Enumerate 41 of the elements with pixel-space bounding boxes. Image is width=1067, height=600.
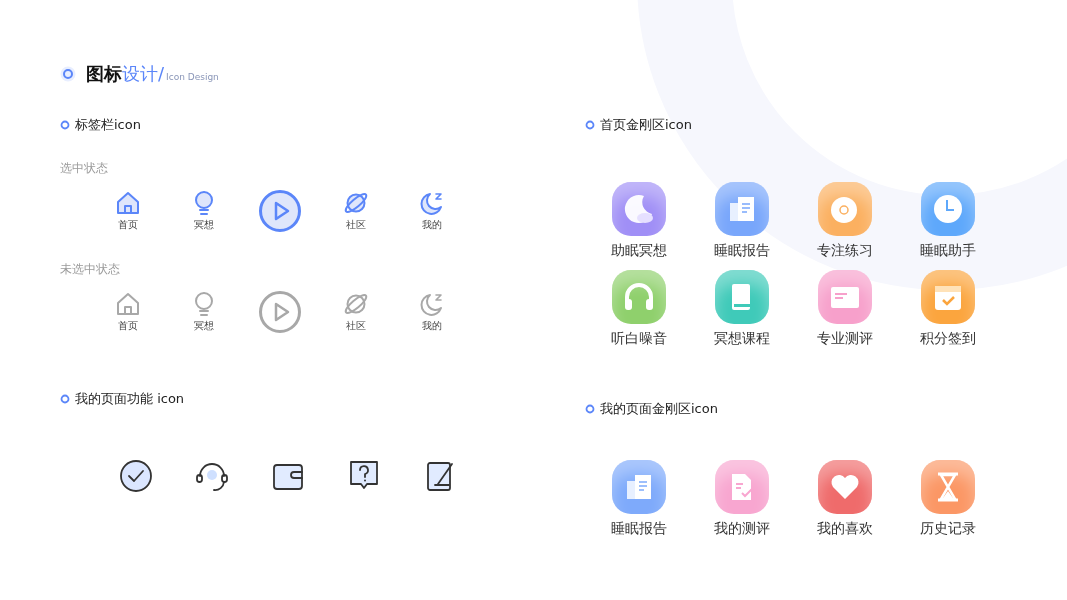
title-ring-icon <box>60 66 76 82</box>
app-tile[interactable]: 专业测评 <box>793 270 896 348</box>
app-tile[interactable]: 冥想课程 <box>690 270 793 348</box>
moon-icon <box>419 190 445 216</box>
section-heading: 标签栏icon <box>75 116 141 134</box>
tab-item[interactable]: 我的 <box>394 187 470 235</box>
planet-icon <box>343 291 369 317</box>
app-tile[interactable]: 积分签到 <box>896 270 999 348</box>
state-label: 未选中状态 <box>60 261 121 278</box>
app-tile[interactable]: 睡眠助手 <box>896 182 999 260</box>
app-tile[interactable]: 历史记录 <box>896 460 999 538</box>
tab-item[interactable]: 首页 <box>90 187 166 235</box>
check-circle-icon[interactable] <box>118 458 154 494</box>
section-heading: 首页金刚区icon <box>600 116 692 134</box>
app-tile[interactable]: 我的测评 <box>690 460 793 538</box>
tab-item[interactable]: 我的 <box>394 288 470 336</box>
tab-item[interactable]: 冥想 <box>166 288 242 336</box>
app-tile[interactable]: 睡眠报告 <box>690 182 793 260</box>
tab-item[interactable]: 冥想 <box>166 187 242 235</box>
page-title: 图标设计/Icon Design <box>86 62 219 86</box>
app-tile[interactable]: 睡眠报告 <box>587 460 690 538</box>
state-label: 选中状态 <box>60 160 109 177</box>
play-icon <box>258 290 302 334</box>
section-heading: 我的页面金刚区icon <box>600 400 718 418</box>
home-icon <box>115 291 141 317</box>
app-tile[interactable]: 听白噪音 <box>587 270 690 348</box>
planet-icon <box>343 190 369 216</box>
home-icon <box>115 190 141 216</box>
app-tile[interactable]: 专注练习 <box>793 182 896 260</box>
tab-item[interactable]: 社区 <box>318 288 394 336</box>
section-heading: 我的页面功能 icon <box>75 390 185 408</box>
bullet-icon <box>60 394 70 404</box>
app-tile[interactable]: 助眠冥想 <box>587 182 690 260</box>
bullet-icon <box>60 120 70 130</box>
tab-item[interactable]: 社区 <box>318 187 394 235</box>
moon-icon <box>419 291 445 317</box>
bullet-icon <box>585 120 595 130</box>
bullet-icon <box>585 404 595 414</box>
tab-item[interactable]: 首页 <box>90 288 166 336</box>
play-icon <box>258 189 302 233</box>
app-tile[interactable]: 我的喜欢 <box>793 460 896 538</box>
